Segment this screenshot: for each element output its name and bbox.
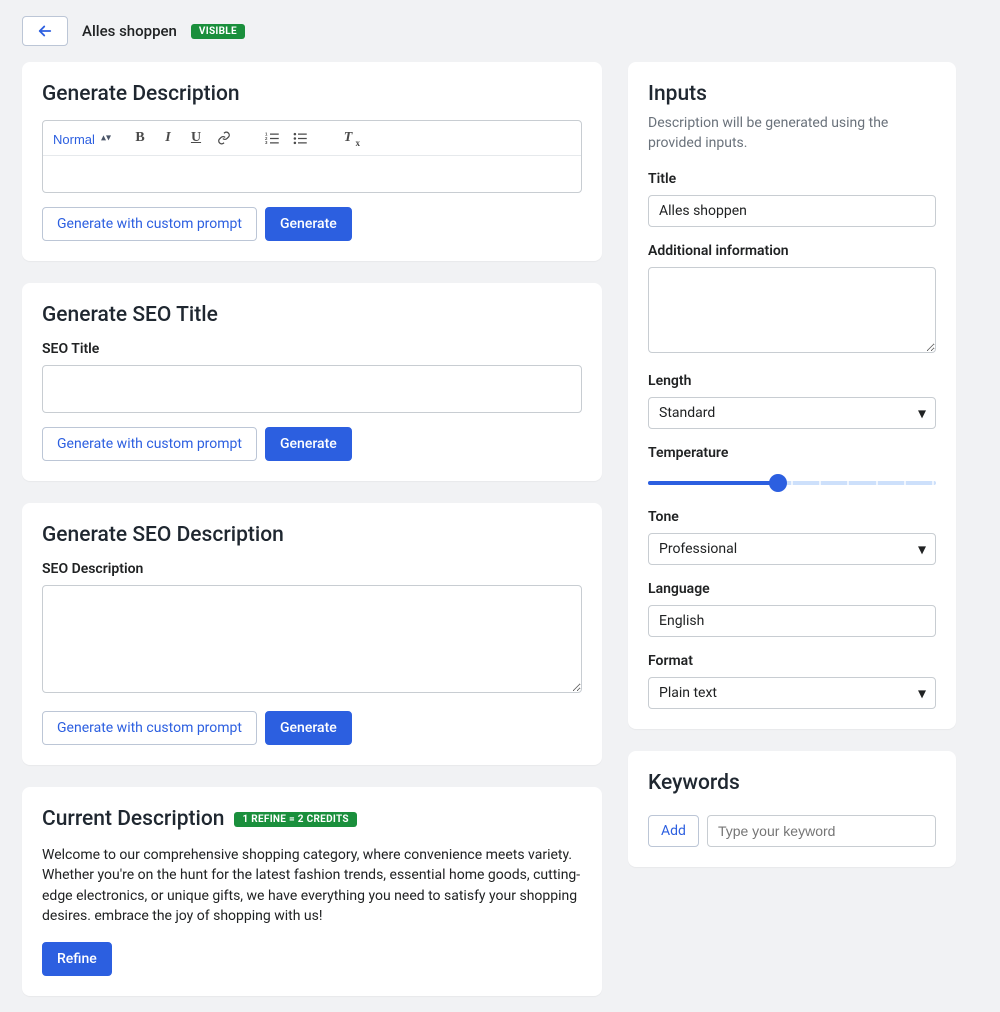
format-select[interactable]: Plain text: [648, 677, 936, 709]
inputs-subtitle: Description will be generated using the …: [648, 114, 936, 153]
generate-custom-prompt-button[interactable]: Generate with custom prompt: [42, 711, 257, 745]
editor-toolbar: Normal ▴▾ B I U 123: [43, 121, 581, 156]
temperature-label: Temperature: [648, 445, 936, 461]
page-title: Alles shoppen: [82, 22, 177, 40]
seo-description-textarea[interactable]: [42, 585, 582, 693]
link-button[interactable]: [213, 127, 235, 149]
add-keyword-button[interactable]: Add: [648, 815, 699, 847]
title-input[interactable]: [648, 195, 936, 227]
arrow-left-icon: [36, 22, 54, 40]
editor-content[interactable]: [43, 156, 581, 192]
format-label: Format: [648, 653, 936, 669]
length-label: Length: [648, 373, 936, 389]
generate-button[interactable]: Generate: [265, 207, 352, 241]
unordered-list-icon: [293, 131, 308, 146]
card-generate-description: Generate Description Normal ▴▾ B I U: [22, 62, 602, 261]
language-input[interactable]: [648, 605, 936, 637]
temperature-slider[interactable]: [648, 469, 936, 493]
chevron-up-down-icon: ▴▾: [101, 133, 111, 144]
additional-info-label: Additional information: [648, 243, 936, 259]
card-heading: Generate SEO Title: [42, 303, 582, 327]
card-inputs: Inputs Description will be generated usi…: [628, 62, 956, 729]
card-generate-seo-title: Generate SEO Title SEO Title Generate wi…: [22, 283, 602, 481]
refine-credits-badge: 1 REFINE = 2 CREDITS: [234, 812, 356, 827]
tone-select[interactable]: Professional: [648, 533, 936, 565]
unordered-list-button[interactable]: [289, 127, 311, 149]
underline-button[interactable]: U: [185, 127, 207, 149]
generate-button[interactable]: Generate: [265, 711, 352, 745]
generate-custom-prompt-button[interactable]: Generate with custom prompt: [42, 207, 257, 241]
tone-label: Tone: [648, 509, 936, 525]
card-current-description: Current Description 1 REFINE = 2 CREDITS…: [22, 787, 602, 996]
card-heading: Current Description: [42, 807, 224, 831]
card-keywords: Keywords Add: [628, 751, 956, 867]
language-label: Language: [648, 581, 936, 597]
ordered-list-icon: 123: [265, 131, 280, 146]
card-heading: Generate SEO Description: [42, 523, 582, 547]
keyword-input[interactable]: [707, 815, 936, 847]
generate-button[interactable]: Generate: [265, 427, 352, 461]
back-button[interactable]: [22, 16, 68, 46]
bold-button[interactable]: B: [129, 127, 151, 149]
visibility-badge: VISIBLE: [191, 24, 245, 39]
ordered-list-button[interactable]: 123: [261, 127, 283, 149]
seo-description-label: SEO Description: [42, 561, 582, 577]
link-icon: [217, 131, 231, 145]
generate-custom-prompt-button[interactable]: Generate with custom prompt: [42, 427, 257, 461]
page-header: Alles shoppen VISIBLE: [22, 16, 978, 46]
card-heading: Inputs: [648, 82, 936, 106]
title-label: Title: [648, 171, 936, 187]
additional-info-textarea[interactable]: [648, 267, 936, 353]
card-heading: Generate Description: [42, 82, 582, 106]
current-description-text: Welcome to our comprehensive shopping ca…: [42, 845, 582, 926]
seo-title-input[interactable]: [42, 365, 582, 413]
italic-button[interactable]: I: [157, 127, 179, 149]
seo-title-label: SEO Title: [42, 341, 582, 357]
rich-text-editor[interactable]: Normal ▴▾ B I U 123: [42, 120, 582, 193]
refine-button[interactable]: Refine: [42, 942, 112, 976]
clear-format-button[interactable]: Tx: [337, 127, 359, 149]
card-generate-seo-description: Generate SEO Description SEO Description…: [22, 503, 602, 765]
card-heading: Keywords: [648, 771, 936, 795]
length-select[interactable]: Standard: [648, 397, 936, 429]
svg-text:3: 3: [265, 140, 268, 145]
